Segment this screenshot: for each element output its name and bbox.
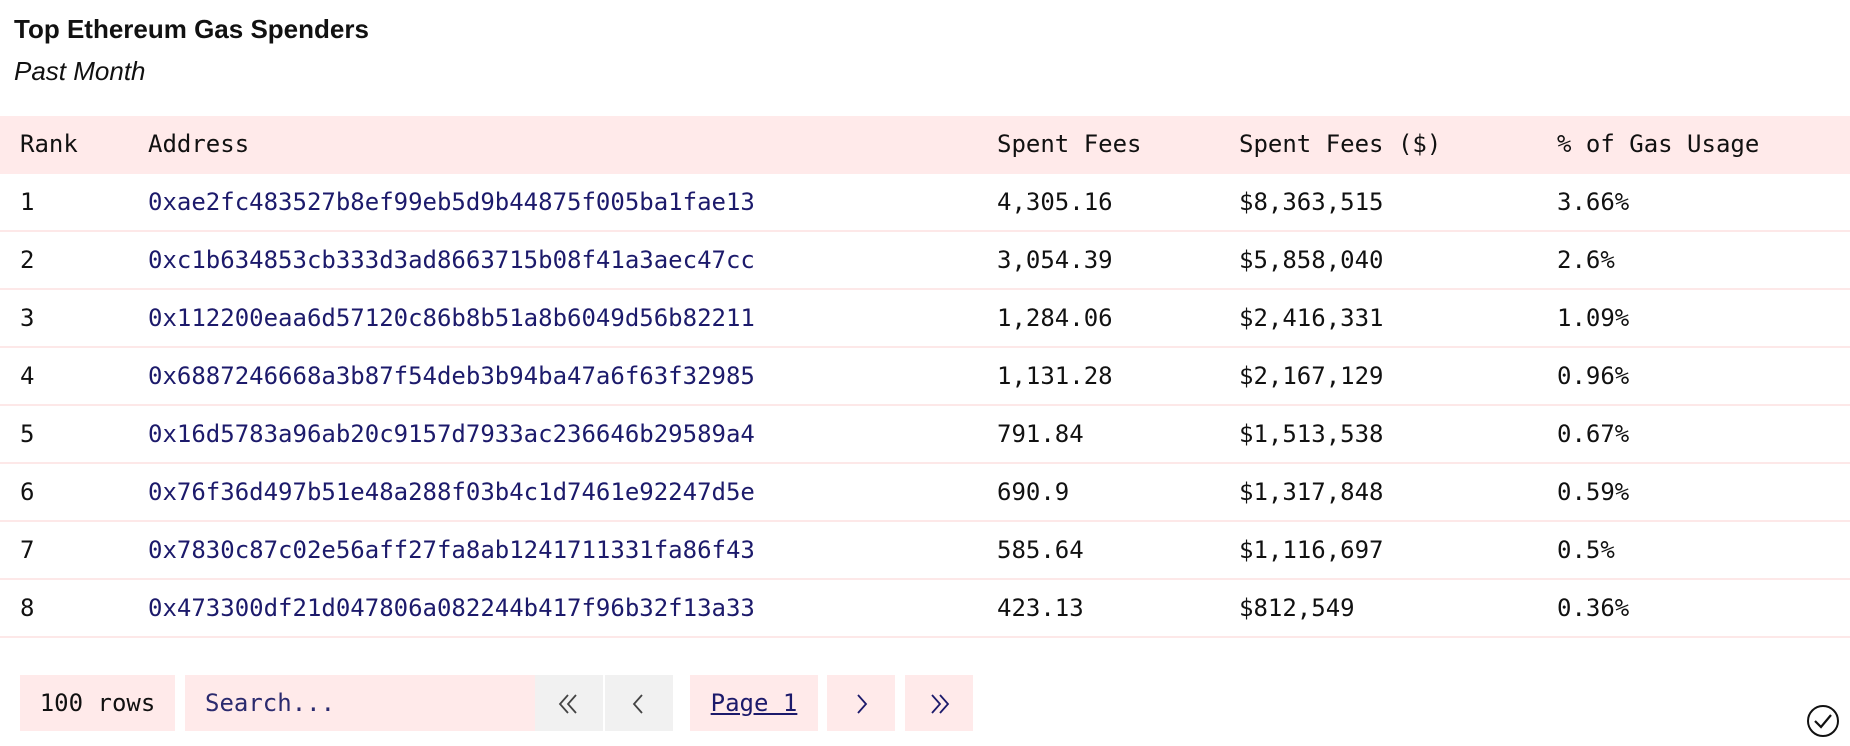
spent-fees-cell: 791.84	[997, 420, 1084, 448]
spent-fees-cell: 3,054.39	[997, 246, 1113, 274]
spent-fees-cell: 423.13	[997, 594, 1084, 622]
spent-fees-usd-cell: $1,317,848	[1239, 478, 1384, 506]
rank-cell: 8	[20, 594, 35, 622]
column-header-spent-fees[interactable]: Spent Fees	[997, 116, 1142, 172]
spent-fees-cell: 585.64	[997, 536, 1084, 564]
address-link[interactable]: 0x473300df21d047806a082244b417f96b32f13a…	[148, 580, 755, 636]
chevron-left-icon	[632, 694, 643, 714]
double-chevron-right-icon	[931, 694, 950, 714]
spent-fees-usd-cell: $8,363,515	[1239, 188, 1384, 216]
page-indicator[interactable]: Page 1	[690, 675, 818, 731]
spent-fees-usd-cell: $812,549	[1239, 594, 1355, 622]
address-link[interactable]: 0x76f36d497b51e48a288f03b4c1d7461e92247d…	[148, 464, 755, 520]
table-row: 8 0x473300df21d047806a082244b417f96b32f1…	[0, 580, 1850, 638]
chevron-right-icon	[857, 694, 868, 714]
gas-usage-cell: 0.96%	[1557, 362, 1630, 390]
address-link[interactable]: 0x16d5783a96ab20c9157d7933ac236646b29589…	[148, 406, 755, 462]
rank-cell: 6	[20, 478, 35, 506]
spent-fees-cell: 690.9	[997, 478, 1070, 506]
rank-cell: 4	[20, 362, 35, 390]
first-page-button[interactable]	[535, 675, 603, 731]
spent-fees-cell: 1,284.06	[997, 304, 1113, 332]
check-circle-icon	[1807, 705, 1839, 737]
previous-page-button[interactable]	[605, 675, 673, 731]
gas-usage-cell: 3.66%	[1557, 188, 1630, 216]
column-header-spent-fees-usd[interactable]: Spent Fees ($)	[1239, 116, 1441, 172]
spent-fees-usd-cell: $1,116,697	[1239, 536, 1384, 564]
address-link[interactable]: 0x112200eaa6d57120c86b8b51a8b6049d56b822…	[148, 290, 755, 346]
table-row: 7 0x7830c87c02e56aff27fa8ab1241711331fa8…	[0, 522, 1850, 580]
table-row: 4 0x6887246668a3b87f54deb3b94ba47a6f63f3…	[0, 348, 1850, 406]
column-header-gas-usage[interactable]: % of Gas Usage	[1557, 116, 1759, 172]
column-header-rank[interactable]: Rank	[20, 116, 78, 172]
rank-cell: 2	[20, 246, 35, 274]
table-row: 6 0x76f36d497b51e48a288f03b4c1d7461e9224…	[0, 464, 1850, 522]
rank-cell: 3	[20, 304, 35, 332]
next-page-button[interactable]	[827, 675, 895, 731]
gas-usage-cell: 2.6%	[1557, 246, 1615, 274]
address-link[interactable]: 0x6887246668a3b87f54deb3b94ba47a6f63f329…	[148, 348, 755, 404]
page-title: Top Ethereum Gas Spenders	[14, 14, 369, 44]
table-row: 5 0x16d5783a96ab20c9157d7933ac236646b295…	[0, 406, 1850, 464]
table-row: 3 0x112200eaa6d57120c86b8b51a8b6049d56b8…	[0, 290, 1850, 348]
gas-usage-cell: 0.36%	[1557, 594, 1630, 622]
data-table: Rank Address Spent Fees Spent Fees ($) %…	[0, 116, 1850, 638]
rank-cell: 5	[20, 420, 35, 448]
search-input[interactable]	[185, 675, 543, 731]
table-row: 1 0xae2fc483527b8ef99eb5d9b44875f005ba1f…	[0, 174, 1850, 232]
spent-fees-usd-cell: $2,416,331	[1239, 304, 1384, 332]
gas-usage-cell: 0.5%	[1557, 536, 1615, 564]
column-header-address[interactable]: Address	[148, 116, 249, 172]
table-row: 2 0xc1b634853cb333d3ad8663715b08f41a3aec…	[0, 232, 1850, 290]
gas-usage-cell: 0.59%	[1557, 478, 1630, 506]
page-subtitle: Past Month	[14, 56, 146, 86]
spent-fees-usd-cell: $2,167,129	[1239, 362, 1384, 390]
last-page-button[interactable]	[905, 675, 973, 731]
address-link[interactable]: 0x7830c87c02e56aff27fa8ab1241711331fa86f…	[148, 522, 755, 578]
rank-cell: 7	[20, 536, 35, 564]
gas-usage-cell: 1.09%	[1557, 304, 1630, 332]
double-chevron-left-icon	[558, 694, 577, 714]
spent-fees-usd-cell: $1,513,538	[1239, 420, 1384, 448]
address-link[interactable]: 0xc1b634853cb333d3ad8663715b08f41a3aec47…	[148, 232, 755, 288]
gas-usage-cell: 0.67%	[1557, 420, 1630, 448]
table-header-row: Rank Address Spent Fees Spent Fees ($) %…	[0, 116, 1850, 174]
spent-fees-cell: 4,305.16	[997, 188, 1113, 216]
spent-fees-usd-cell: $5,858,040	[1239, 246, 1384, 274]
rank-cell: 1	[20, 188, 35, 216]
rows-per-page-select[interactable]: 100 rows	[20, 675, 175, 731]
spent-fees-cell: 1,131.28	[997, 362, 1113, 390]
address-link[interactable]: 0xae2fc483527b8ef99eb5d9b44875f005ba1fae…	[148, 174, 755, 230]
